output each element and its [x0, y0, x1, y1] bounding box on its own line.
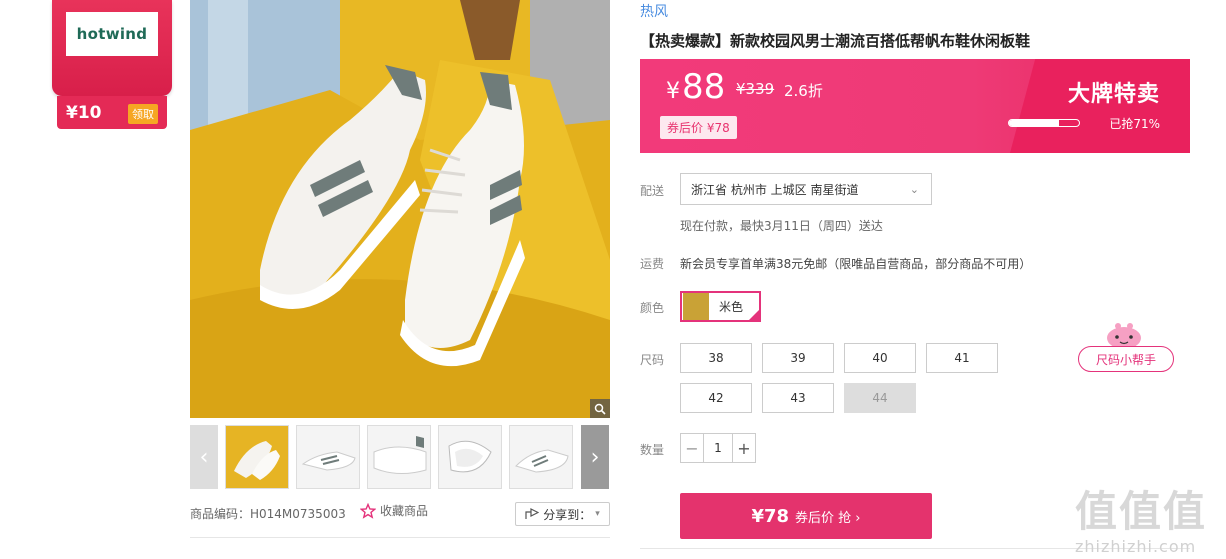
size-option-40[interactable]: 40 [844, 343, 916, 373]
quantity-value[interactable]: 1 [703, 434, 733, 462]
size-option-38[interactable]: 38 [680, 343, 752, 373]
product-title: 【热卖爆款】新款校园风男士潮流百搭低帮帆布鞋休闲板鞋 [640, 32, 1031, 50]
color-option-label: 米色 [719, 300, 744, 314]
color-swatch [683, 293, 709, 320]
size-option-39[interactable]: 39 [762, 343, 834, 373]
quantity-increase-button[interactable]: + [733, 434, 755, 462]
claim-coupon-button[interactable]: 领取 [128, 104, 158, 124]
main-product-image[interactable] [190, 0, 610, 418]
share-icon [525, 508, 540, 519]
share-label: 分享到： [543, 507, 592, 522]
color-label: 颜色 [640, 301, 665, 315]
thumbnail-1[interactable] [225, 425, 289, 489]
size-option-44-disabled: 44 [844, 383, 916, 413]
store-coupon[interactable]: ¥10 领取 [57, 96, 167, 129]
brand-logo[interactable]: hotwind [66, 12, 158, 56]
sale-tag: 大牌特卖 [1067, 82, 1160, 107]
size-helper-button[interactable]: 尺码小帮手 [1078, 346, 1174, 372]
watermark: 值值值 zhizhizhi.com [1075, 478, 1207, 556]
currency-symbol: ¥ [666, 79, 680, 104]
current-price: ¥88 [666, 67, 725, 107]
shipping-note: 新会员专享首单满38元免邮（限唯品自营商品，部分商品不可用） [680, 257, 1032, 271]
brand-link[interactable]: 热风 [640, 1, 668, 21]
address-value: 浙江省 杭州市 上城区 南星街道 [691, 182, 859, 197]
divider [190, 537, 610, 538]
zoom-icon[interactable] [590, 399, 610, 418]
sold-progress-fill [1009, 120, 1059, 126]
watermark-url: zhizhizhi.com [1075, 537, 1197, 556]
size-label: 尺码 [640, 353, 665, 367]
size-helper[interactable]: 尺码小帮手 [1078, 320, 1174, 372]
delivery-label: 配送 [640, 184, 665, 198]
discount-rate: 2.6折 [784, 82, 823, 100]
favorite-button[interactable]: 收藏商品 [360, 502, 428, 519]
quantity-label: 数量 [640, 443, 665, 457]
share-button[interactable]: 分享到： ▾ [515, 502, 610, 526]
quantity-decrease-button[interactable]: − [681, 434, 703, 462]
color-option-selected[interactable]: 米色 [680, 291, 761, 322]
caret-down-icon: ▾ [595, 509, 600, 519]
sold-progress-bar [1008, 119, 1080, 127]
size-option-43[interactable]: 43 [762, 383, 834, 413]
thumbnail-prev-button[interactable]: ‹ [190, 425, 218, 489]
watermark-logo: 值值值 [1075, 487, 1208, 536]
after-coupon-price: 券后价 ¥78 [660, 116, 737, 139]
buy-price: ¥78 [751, 505, 790, 527]
thumbnail-next-button[interactable]: › [581, 425, 609, 489]
price-banner: ¥88 ¥339 2.6折 券后价 ¥78 大牌特卖 已抢71% [640, 59, 1190, 153]
favorite-label: 收藏商品 [380, 504, 429, 518]
star-icon [360, 502, 376, 519]
selected-check-icon [747, 308, 761, 322]
delivery-estimate: 现在付款，最快3月11日（周四）送达 [680, 219, 883, 233]
original-price: ¥339 [736, 80, 775, 98]
sku-code: 商品编码：H014M0735003 [190, 507, 346, 521]
product-page: hotwind ¥10 领取 ‹ › 商品编码：H014M0735003 收藏商… [0, 0, 1226, 559]
sneaker-photo [190, 0, 610, 418]
chevron-down-icon: ⌄ [909, 183, 919, 196]
thumbnail-3[interactable] [367, 425, 431, 489]
quantity-stepper[interactable]: − 1 + [680, 433, 756, 463]
size-option-42[interactable]: 42 [680, 383, 752, 413]
thumbnail-4[interactable] [438, 425, 502, 489]
buy-now-button[interactable]: ¥78 券后价 抢 › [680, 493, 932, 539]
brand-badge[interactable]: hotwind [52, 0, 172, 96]
size-option-41[interactable]: 41 [926, 343, 998, 373]
coupon-value: ¥10 [66, 102, 102, 123]
thumbnail-5[interactable] [509, 425, 573, 489]
shipping-label: 运费 [640, 257, 665, 271]
buy-label: 券后价 抢 › [795, 510, 861, 526]
thumbnail-2[interactable] [296, 425, 360, 489]
sold-progress-text: 已抢71% [1109, 117, 1160, 131]
current-price-value: 88 [682, 67, 726, 107]
product-meta-row: 商品编码：H014M0735003 收藏商品 分享到： ▾ [190, 502, 610, 526]
address-select[interactable]: 浙江省 杭州市 上城区 南星街道 ⌄ [680, 173, 932, 205]
